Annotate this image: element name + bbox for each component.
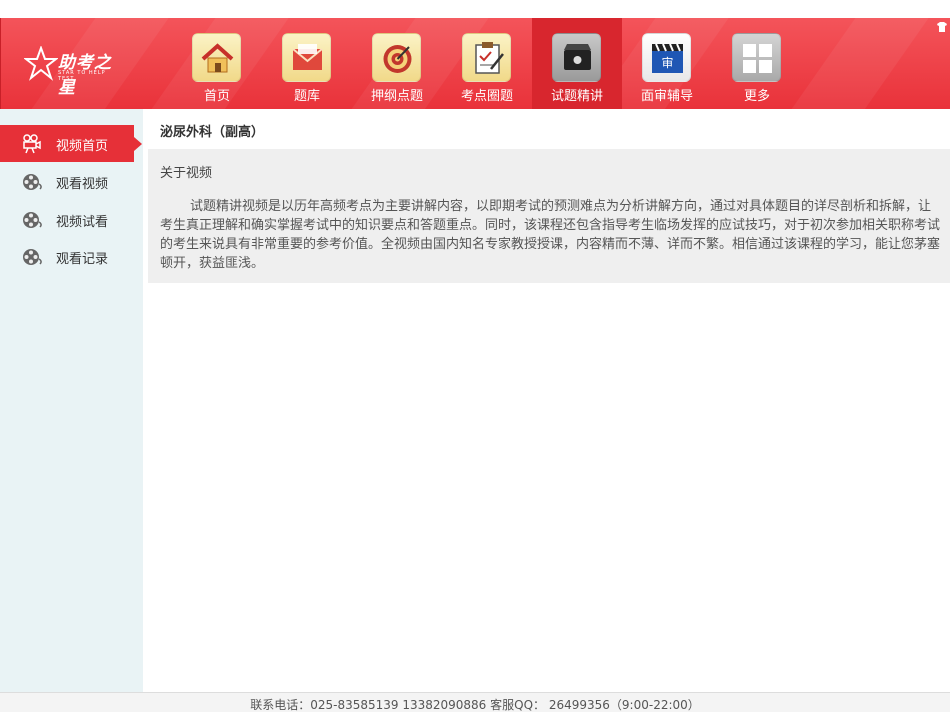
sidebar-item-video-preview[interactable]: 视频试看	[0, 201, 143, 238]
about-title: 关于视频	[160, 166, 213, 181]
home-icon	[192, 33, 241, 82]
nav-item-home[interactable]: 首页	[172, 18, 262, 109]
sidebar: 视频首页 观看视频 视频试看 观看记录	[0, 109, 143, 692]
about-body: 试题精讲视频是以历年高频考点为主要讲解内容，以即期考试的预测难点为分析讲解方向，…	[160, 199, 941, 271]
nav-label: 题库	[293, 89, 320, 104]
clapper-text: 审	[661, 55, 673, 70]
nav-item-video-lectures[interactable]: 试题精讲	[532, 18, 622, 109]
nav-item-more[interactable]: 更多	[712, 18, 802, 109]
star-icon	[24, 46, 58, 81]
sidebar-item-label: 视频首页	[56, 139, 109, 154]
sidebar-item-label: 视频试看	[56, 215, 109, 230]
app-root: 助考之星 STAR TO HELP TEST 首页 题库 押纲点题 考点圈题 试…	[0, 0, 950, 712]
video-camera-icon	[552, 33, 601, 82]
app-logo: 助考之星 STAR TO HELP TEST	[24, 46, 124, 98]
nav-label: 面审辅导	[640, 89, 693, 104]
contact-info: 联系电话：025-83585139 13382090886 客服QQ： 2649…	[250, 698, 700, 712]
film-reel-icon	[23, 212, 42, 228]
sidebar-item-watch-history[interactable]: 观看记录	[0, 238, 143, 275]
mail-icon	[282, 33, 331, 82]
top-header: 助考之星 STAR TO HELP TEST 首页 题库 押纲点题 考点圈题 试…	[0, 18, 950, 109]
sidebar-item-label: 观看记录	[56, 252, 109, 267]
clapperboard-icon: 审	[642, 33, 691, 82]
page-title: 泌尿外科（副高）	[160, 125, 265, 140]
nav-item-question-bank[interactable]: 题库	[262, 18, 352, 109]
nav-item-key-points[interactable]: 考点圈题	[442, 18, 532, 109]
sidebar-item-video-home[interactable]: 视频首页	[0, 125, 142, 162]
nav-label: 押纲点题	[370, 89, 423, 104]
shirt-icon[interactable]	[936, 22, 948, 32]
sidebar-item-label: 观看视频	[56, 177, 109, 192]
main-content: 泌尿外科（副高） 关于视频 试题精讲视频是以历年高频考点为主要讲解内容，以即期考…	[143, 109, 950, 692]
nav-label: 试题精讲	[550, 89, 603, 104]
nav-item-outline-questions[interactable]: 押纲点题	[352, 18, 442, 109]
clipboard-icon	[462, 33, 511, 82]
logo-subtitle: STAR TO HELP TEST	[58, 70, 106, 82]
sidebar-item-watch-video[interactable]: 观看视频	[0, 163, 143, 200]
nav-item-review-coaching[interactable]: 审 面审辅导	[622, 18, 712, 109]
nav-label: 更多	[743, 89, 770, 104]
status-strip	[0, 0, 950, 18]
projector-icon	[23, 134, 41, 154]
grid-icon	[732, 33, 781, 82]
header-edge	[0, 18, 1, 109]
film-reel-icon	[23, 249, 42, 265]
footer: 联系电话：025-83585139 13382090886 客服QQ： 2649…	[0, 692, 950, 712]
film-reel-icon	[23, 174, 42, 190]
nav-label: 考点圈题	[460, 89, 513, 104]
nav-label: 首页	[203, 89, 230, 104]
top-nav: 首页 题库 押纲点题 考点圈题 试题精讲 审 面审辅导 更多	[172, 18, 802, 109]
about-video-panel: 关于视频 试题精讲视频是以历年高频考点为主要讲解内容，以即期考试的预测难点为分析…	[148, 149, 950, 283]
target-icon	[372, 33, 421, 82]
